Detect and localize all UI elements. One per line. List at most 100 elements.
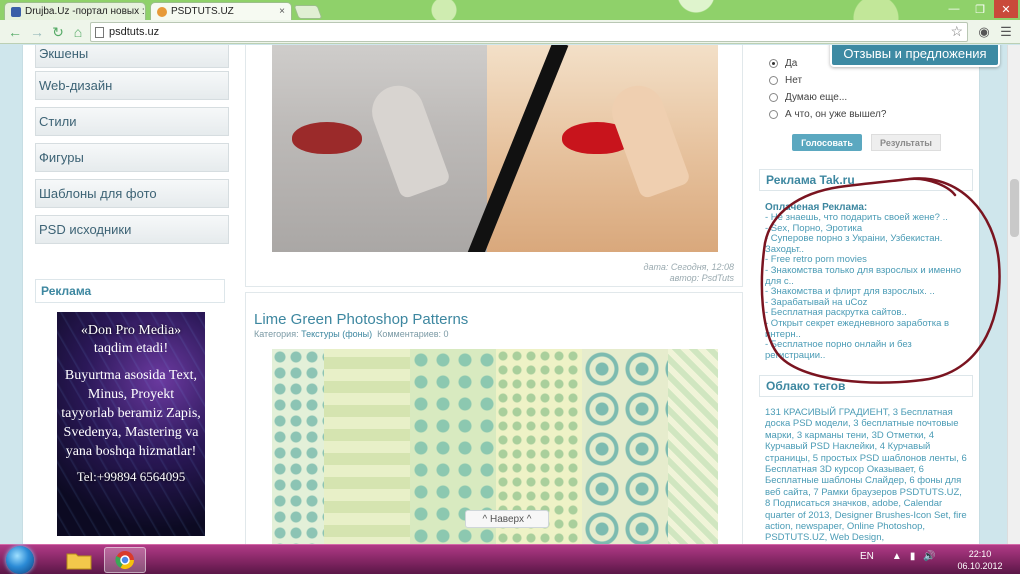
url-text: psdtuts.uz [109,26,160,38]
tab-title: Drujba.Uz -портал новых : [25,6,145,17]
poll-option-no[interactable]: Нет [769,75,802,86]
photo-lips-bw [292,122,362,154]
page-icon [95,27,104,38]
pattern-swatch [324,349,410,544]
post-author: автор: PsdTuts [669,273,734,283]
system-tray: EN ▲ ▮ 🔊 [860,551,936,562]
radio-icon [769,76,778,85]
poll-option-label: Нет [785,75,803,86]
radio-icon [769,93,778,102]
extension-globe-icon[interactable]: ◉ [975,23,993,41]
page-viewport: Экшены Web-дизайн Стили Фигуры Шаблоны д… [0,45,1020,544]
category-psd-sources[interactable]: PSD исходники [35,215,229,244]
post-category-line: Категория: Текстуры (фоны) Комментариев:… [254,329,449,339]
poll-option-released[interactable]: А что, он уже вышел? [769,109,886,120]
tab-close-icon[interactable]: × [275,6,285,17]
ads-widget-title: Реклама Tak.ru [759,169,973,191]
tab-title: PSDTUTS.UZ [171,6,234,17]
poll-option-label: Да [785,58,798,69]
address-bar[interactable]: psdtuts.uz ☆ [90,22,968,42]
network-icon[interactable]: ▮ [910,551,916,562]
category-label: Стили [39,114,77,129]
paid-ads-list: - Не знаешь, что подарить своей жене? ..… [765,212,969,361]
post-date: дата: Сегодня, 12:08 [643,262,735,272]
scrollbar-thumb[interactable] [1010,179,1019,237]
radio-icon [769,110,778,119]
pattern-swatch [668,349,718,544]
banner-phone: Tel:+99894 6564095 [76,469,186,484]
language-indicator[interactable]: EN [860,551,874,562]
home-icon[interactable]: ⌂ [69,23,87,41]
category-prefix: Категория: [254,329,299,339]
theme-decoration [300,0,1020,20]
tags-widget-title: Облако тегов [759,375,973,397]
minimize-button[interactable]: — [942,0,966,18]
category-actions[interactable]: Экшены [35,45,229,68]
menu-icon[interactable]: ☰ [997,23,1015,41]
ad-widget-title: Реклама [35,279,225,303]
category-label: Шаблоны для фото [39,186,157,201]
back-arrow-icon[interactable]: ← [6,23,24,41]
ad-link[interactable]: - Открыт секрет ежедневного заработка в … [765,318,969,340]
poll-option-label: А что, он уже вышел? [785,109,887,120]
chrome-icon [115,551,134,570]
tab-psdtuts[interactable]: PSDTUTS.UZ × [150,2,292,20]
vote-button[interactable]: Голосовать [792,134,862,151]
chrome-taskbar-button[interactable] [104,547,146,573]
category-web-design[interactable]: Web-дизайн [35,71,229,100]
clock-time: 22:10 [968,549,992,559]
ad-link[interactable]: - Суперове порно з Украіни, Узбекистан. … [765,233,969,255]
site-favicon-icon [11,6,21,17]
post-title-link[interactable]: Lime Green Photoshop Patterns [254,311,468,328]
start-button[interactable] [6,546,34,574]
volume-icon[interactable]: 🔊 [923,551,935,562]
feedback-button[interactable]: Отзывы и предложения [830,45,1000,67]
poll-option-label: Думаю еще... [785,92,848,103]
new-tab-button[interactable] [293,5,323,19]
category-label: Фигуры [39,150,84,165]
poll-option-yes[interactable]: Да [769,58,797,69]
category-label: Экшены [39,46,89,61]
explorer-taskbar-button[interactable] [58,547,100,573]
close-window-button[interactable]: ✕ [994,0,1018,18]
post-image[interactable] [272,45,718,252]
forward-arrow-icon[interactable]: → [28,23,46,41]
taskbar-clock[interactable]: 22:10 06.10.2012 [955,548,1005,572]
pattern-swatch [582,349,668,544]
category-label: Web-дизайн [39,78,113,93]
category-link[interactable]: Текстуры (фоны) [301,329,372,339]
tab-drujba[interactable]: Drujba.Uz -портал новых : × [4,2,146,20]
folder-icon [66,553,92,570]
tag-cloud[interactable]: 131 КРАСИВЫЙ ГРАДИЕНТ, 3 Бесплатная доск… [765,407,969,544]
ad-banner[interactable]: «Don Pro Media» taqdim etadi! Buyurtma a… [57,312,205,536]
post-card: Lime Green Photoshop Patterns Категория:… [245,292,743,544]
site-favicon-icon [157,6,167,17]
ad-link[interactable]: - Не знаешь, что подарить своей жене? .. [765,212,969,224]
poll-option-thinking[interactable]: Думаю еще... [769,92,847,103]
comments-count: Комментариев: 0 [377,329,449,339]
results-button[interactable]: Результаты [871,134,941,151]
reload-icon[interactable]: ↻ [49,23,67,41]
banner-body: Buyurtma asosida Text, Minus, Proyekt ta… [61,368,201,459]
main-content: дата: Сегодня, 12:08 автор: PsdTuts Lime… [245,45,743,544]
banner-line1: «Don Pro Media» [80,323,182,338]
clock-date: 06.10.2012 [957,561,1003,571]
category-photo-templates[interactable]: Шаблоны для фото [35,179,229,208]
pattern-swatch [272,349,324,544]
tray-arrow-icon[interactable]: ▲ [892,551,902,562]
maximize-button[interactable]: ❐ [968,0,992,18]
banner-line2: taqdim etadi! [93,341,169,356]
bookmark-star-icon[interactable]: ☆ [950,23,963,40]
windows-taskbar: EN ▲ ▮ 🔊 22:10 06.10.2012 [0,544,1020,574]
radio-checked-icon [769,59,778,68]
site-wrapper: Экшены Web-дизайн Стили Фигуры Шаблоны д… [22,45,1001,544]
category-label: PSD исходники [39,222,132,237]
ad-link[interactable]: - Бесплатное порно онлайн и без регистра… [765,339,969,361]
back-to-top-button[interactable]: ^ Наверх ^ [465,510,549,528]
category-shapes[interactable]: Фигуры [35,143,229,172]
right-sidebar: Отзывы и предложения Да Нет Думаю еще...… [759,45,1001,544]
ad-link[interactable]: - Знакомства только для взрослых и именн… [765,265,969,287]
tab-close-icon[interactable]: × [145,6,146,17]
category-styles[interactable]: Стили [35,107,229,136]
page-scrollbar[interactable] [1007,45,1020,544]
